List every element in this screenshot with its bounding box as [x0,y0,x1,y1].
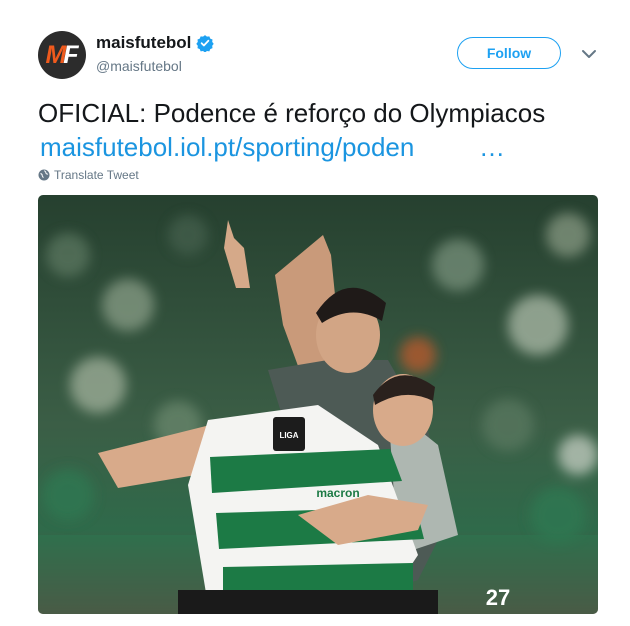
chevron-down-icon[interactable] [580,45,598,63]
tweet-media-photo[interactable]: LIGA macron 27 [38,195,598,614]
svg-text:macron: macron [316,486,359,500]
follow-button[interactable]: Follow [457,37,561,69]
avatar[interactable]: MF [38,31,86,79]
tweet-link[interactable]: maisfutebol.iol.pt/sporting/poden [40,130,414,164]
author-handle[interactable]: @maisfutebol [96,58,182,74]
author-name-row[interactable]: maisfutebol [96,33,215,53]
svg-text:LIGA: LIGA [279,431,298,440]
globe-icon [38,169,50,181]
tweet-text: OFICIAL: Podence é reforço do Olympiacos [38,98,546,128]
svg-text:27: 27 [486,585,510,610]
tweet-link-ellipsis[interactable]: … [479,130,505,164]
translate-tweet-button[interactable]: Translate Tweet [38,168,139,182]
football-photo: LIGA macron 27 [38,195,598,614]
avatar-logo: MF [45,40,78,69]
verified-badge-icon [196,35,215,52]
display-name[interactable]: maisfutebol [96,33,191,53]
translate-label: Translate Tweet [54,168,139,182]
